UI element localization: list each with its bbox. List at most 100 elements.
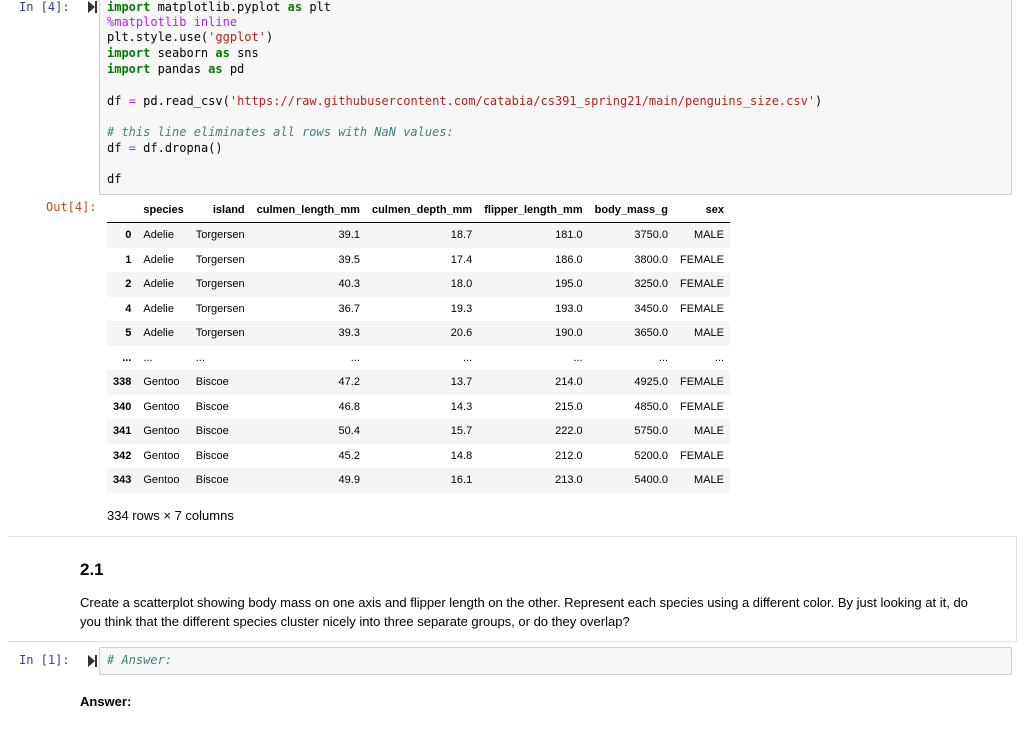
table-cell: 3650.0 xyxy=(634,327,668,340)
table-cell: Biscoe xyxy=(195,376,229,389)
code-line-2: %matplotlib inline xyxy=(107,15,238,29)
table-cell: MALE xyxy=(694,425,725,438)
dataframe-table: species island culmen_length_mm culmen_d… xyxy=(107,198,731,493)
table-row: 342 Gentoo Biscoe 45.2 14.8 212.0 5200.0 FEMALE xyxy=(107,444,730,469)
column-header: flipper_length_mm xyxy=(478,198,589,223)
row-index: 2 xyxy=(125,278,132,291)
table-cell: ... xyxy=(137,345,190,370)
column-header: island xyxy=(189,198,251,223)
table-cell: 50.4 xyxy=(338,425,360,438)
column-header: culmen_length_mm xyxy=(250,198,366,223)
table-cell: Adelie xyxy=(143,302,174,315)
table-cell: MALE xyxy=(694,327,725,340)
table-header-row: species island culmen_length_mm culmen_d… xyxy=(107,198,731,223)
question-paragraph: Create a scatterplot showing body mass o… xyxy=(80,595,968,629)
column-header: body_mass_g xyxy=(588,198,674,223)
table-cell: 222.0 xyxy=(555,425,583,438)
table-cell: Torgersen xyxy=(195,302,245,315)
table-cell: 5750.0 xyxy=(634,425,668,438)
table-cell: 20.6 xyxy=(450,327,473,340)
row-index: ... xyxy=(107,345,138,370)
row-index: 340 xyxy=(113,400,132,413)
table-cell: ... xyxy=(674,345,731,370)
code-line-7: # this line eliminates all rows with NaN… xyxy=(107,125,454,139)
code-line-4: import seaborn as sns xyxy=(107,46,259,60)
table-cell: ... xyxy=(250,345,366,370)
table-row: 338 Gentoo Biscoe 47.2 13.7 214.0 4925.0 FEMALE xyxy=(107,370,731,395)
row-index: 4 xyxy=(125,302,132,315)
table-cell: MALE xyxy=(694,229,725,242)
run-cell-icon[interactable] xyxy=(88,1,97,13)
table-cell: FEMALE xyxy=(680,278,725,291)
table-cell: FEMALE xyxy=(680,449,725,462)
column-header xyxy=(107,198,138,223)
table-cell: 213.0 xyxy=(555,474,583,487)
table-cell: 215.0 xyxy=(555,400,583,413)
table-cell: FEMALE xyxy=(680,253,725,266)
table-cell: 19.3 xyxy=(450,302,473,315)
table-row: 341 Gentoo Biscoe 50.4 15.7 222.0 5750.0 MALE xyxy=(107,419,731,444)
table-cell: 39.3 xyxy=(338,327,360,340)
table-cell: ... xyxy=(588,345,674,370)
table-cell: Gentoo xyxy=(143,376,180,389)
row-index: 1 xyxy=(125,253,132,266)
table-cell: Adelie xyxy=(143,327,174,340)
table-cell: 3250.0 xyxy=(634,278,668,291)
table-row: ........................ xyxy=(107,345,731,370)
table-cell: 212.0 xyxy=(555,449,583,462)
table-cell: Gentoo xyxy=(143,449,180,462)
table-cell: 3800.0 xyxy=(634,253,668,266)
table-cell: Gentoo xyxy=(143,474,180,487)
table-cell: 181.0 xyxy=(555,229,583,242)
column-header: culmen_depth_mm xyxy=(365,198,479,223)
table-cell: 46.8 xyxy=(338,400,360,413)
table-cell: 39.5 xyxy=(338,253,360,266)
table-cell: 4850.0 xyxy=(634,400,668,413)
table-cell: 45.2 xyxy=(338,449,360,462)
table-row: 2 Adelie Torgersen 40.3 18.0 195.0 3250.0 FEMAL… xyxy=(107,272,731,297)
table-cell: 3450.0 xyxy=(634,302,668,315)
table-cell: FEMALE xyxy=(680,376,725,389)
row-index: 343 xyxy=(113,474,132,487)
row-index: 342 xyxy=(113,449,132,462)
table-cell: 16.1 xyxy=(450,474,473,487)
code-line-1: import matplotlib.pyplot as plt xyxy=(107,0,331,14)
answer-label: Answer: xyxy=(80,694,132,709)
input-prompt-1: In [1]: xyxy=(19,653,70,667)
table-cell: 193.0 xyxy=(555,302,583,315)
table-cell: 13.7 xyxy=(450,376,473,389)
table-cell: Gentoo xyxy=(143,425,180,438)
column-header: species xyxy=(137,198,190,223)
output-prompt-4: Out[4]: xyxy=(46,200,97,214)
table-cell: 39.1 xyxy=(338,229,360,242)
table-cell: Torgersen xyxy=(195,278,245,291)
table-cell: FEMALE xyxy=(680,302,725,315)
table-cell: MALE xyxy=(694,474,725,487)
table-cell: Torgersen xyxy=(195,327,245,340)
run-cell-icon[interactable] xyxy=(88,655,97,667)
table-cell: 5400.0 xyxy=(634,474,668,487)
table-cell: 47.2 xyxy=(338,376,360,389)
row-index: 0 xyxy=(125,229,132,242)
table-row: 1 Adelie Torgersen 39.5 17.4 186.0 3800.0 FEMAL… xyxy=(107,248,730,273)
table-row: 4 Adelie Torgersen 36.7 19.3 193.0 3450.0 FEMAL… xyxy=(107,297,730,322)
table-cell: 5200.0 xyxy=(634,449,668,462)
table-cell: Biscoe xyxy=(195,474,229,487)
code-line-3: plt.style.use('ggplot') xyxy=(107,30,274,44)
code-line-6: df = pd.read_csv('https://raw.githubuser… xyxy=(107,94,823,108)
answer-comment-line: # Answer: xyxy=(107,653,173,667)
table-cell: 195.0 xyxy=(555,278,583,291)
table-row: 343 Gentoo Biscoe 49.9 16.1 213.0 5400.0 MALE xyxy=(107,468,731,493)
table-row: 340 Gentoo Biscoe 46.8 14.3 215.0 4850.0 FEMALE xyxy=(107,395,730,420)
code-line-5: import pandas as pd xyxy=(107,62,245,76)
table-cell: 15.7 xyxy=(450,425,473,438)
input-prompt-4: In [4]: xyxy=(19,0,70,14)
table-cell: 17.4 xyxy=(450,253,473,266)
table-cell: 3750.0 xyxy=(634,229,668,242)
code-input-area-2[interactable] xyxy=(99,647,1012,675)
table-cell: 14.3 xyxy=(450,400,473,413)
table-cell: 36.7 xyxy=(338,302,360,315)
table-cell: Biscoe xyxy=(195,425,229,438)
table-cell: Biscoe xyxy=(195,449,229,462)
table-row: 0 Adelie Torgersen 39.1 18.7 181.0 3750.0 MALE xyxy=(107,222,731,248)
